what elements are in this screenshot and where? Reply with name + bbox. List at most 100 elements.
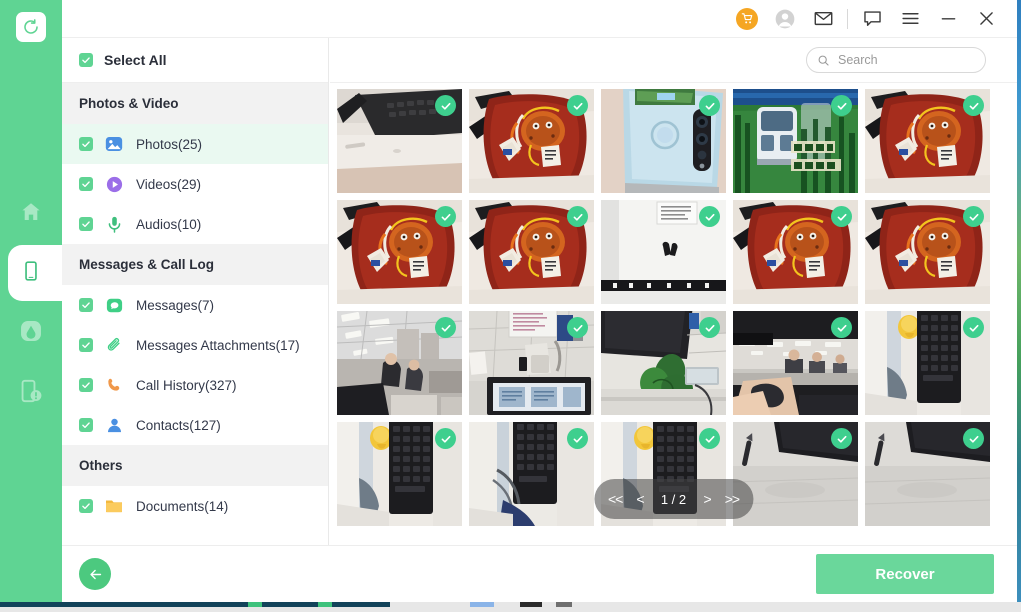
thumbnail-item[interactable]	[601, 89, 726, 193]
select-all-row[interactable]: Select All	[62, 38, 328, 83]
sidebar-item-videos[interactable]: Videos(29)	[62, 164, 328, 204]
thumbnail-item[interactable]	[865, 422, 990, 526]
home-icon	[19, 200, 43, 229]
thumbnail-checkbox[interactable]	[831, 428, 852, 449]
hamburger-menu-icon	[901, 13, 919, 24]
checkmark-icon	[82, 422, 90, 429]
thumbnail-checkbox[interactable]	[699, 95, 720, 116]
thumbnail-checkbox[interactable]	[963, 206, 984, 227]
thumbnail-item[interactable]	[865, 311, 990, 415]
checkmark-icon	[82, 181, 90, 188]
desktop-background-strip	[1017, 0, 1021, 602]
thumbnail-checkbox[interactable]	[699, 206, 720, 227]
arrow-left-icon	[89, 569, 101, 579]
close-icon	[979, 12, 993, 25]
thumbnail-item[interactable]	[337, 311, 462, 415]
close-button[interactable]	[967, 0, 1005, 38]
titlebar-divider	[847, 8, 848, 29]
taskbar-icon-1[interactable]	[248, 602, 262, 607]
account-button[interactable]	[766, 0, 804, 38]
pager-last-button[interactable]: >>	[725, 491, 740, 507]
videos-checkbox[interactable]	[79, 177, 93, 191]
taskbar-icon-3[interactable]	[470, 602, 494, 607]
rail-item-home[interactable]	[0, 186, 62, 242]
thumbnail-item[interactable]	[865, 200, 990, 304]
taskbar-icon-4[interactable]	[520, 602, 542, 607]
thumbnail-item[interactable]	[733, 311, 858, 415]
sidebar-item-audios[interactable]: Audios(10)	[62, 204, 328, 244]
mail-button[interactable]	[804, 0, 842, 38]
thumbnail-checkbox[interactable]	[567, 428, 588, 449]
recover-button[interactable]: Recover	[816, 554, 994, 594]
pager-first-button[interactable]: <<	[608, 491, 623, 507]
sidebar-item-call-history[interactable]: Call History(327)	[62, 365, 328, 405]
thumbnail-item[interactable]	[469, 200, 594, 304]
thumbnail-checkbox[interactable]	[435, 95, 456, 116]
thumbnail-checkbox[interactable]	[435, 317, 456, 338]
thumbnail-checkbox[interactable]	[567, 317, 588, 338]
sidebar-item-contacts[interactable]: Contacts(127)	[62, 405, 328, 445]
checkmark-icon	[573, 324, 582, 332]
thumbnail-checkbox[interactable]	[435, 206, 456, 227]
thumbnail-item[interactable]	[337, 89, 462, 193]
thumbnail-grid	[337, 89, 1005, 526]
thumbnail-checkbox[interactable]	[963, 428, 984, 449]
photos-checkbox[interactable]	[79, 137, 93, 151]
thumbnail-checkbox[interactable]	[699, 428, 720, 449]
checkmark-icon	[573, 213, 582, 221]
sidebar-item-messages-attachments[interactable]: Messages Attachments(17)	[62, 325, 328, 365]
checkmark-icon	[82, 141, 90, 148]
call-history-checkbox[interactable]	[79, 378, 93, 392]
thumbnail-checkbox[interactable]	[435, 428, 456, 449]
search-box[interactable]	[806, 47, 986, 73]
thumbnail-checkbox[interactable]	[699, 317, 720, 338]
thumbnail-item[interactable]	[469, 89, 594, 193]
thumbnail-checkbox[interactable]	[963, 317, 984, 338]
thumbnail-item[interactable]	[733, 89, 858, 193]
thumbnail-item[interactable]	[733, 422, 858, 526]
taskbar-icon-5[interactable]	[556, 602, 572, 607]
search-input[interactable]	[838, 53, 968, 67]
thumbnail-checkbox[interactable]	[831, 95, 852, 116]
checkmark-icon	[82, 57, 90, 64]
main-window: Select All Photos & Video Photos(25) Vid…	[62, 0, 1017, 602]
search-icon	[818, 55, 829, 66]
thumbnail-item[interactable]	[733, 200, 858, 304]
thumbnail-item[interactable]	[469, 311, 594, 415]
thumbnail-checkbox[interactable]	[567, 95, 588, 116]
select-all-checkbox[interactable]	[79, 53, 93, 67]
rail-item-phone[interactable]	[0, 245, 70, 301]
thumbnail-checkbox[interactable]	[831, 317, 852, 338]
thumbnail-item[interactable]	[469, 422, 594, 526]
rail-item-cloud[interactable]	[0, 305, 62, 361]
pager-prev-button[interactable]: <	[636, 491, 644, 507]
rail-item-repair[interactable]	[0, 365, 62, 421]
thumbnail-item[interactable]	[601, 311, 726, 415]
messages-checkbox[interactable]	[79, 298, 93, 312]
sidebar-item-photos[interactable]: Photos(25)	[62, 124, 328, 164]
thumbnail-checkbox[interactable]	[963, 95, 984, 116]
thumbnail-checkbox[interactable]	[831, 206, 852, 227]
cart-button[interactable]	[728, 0, 766, 38]
contacts-checkbox[interactable]	[79, 418, 93, 432]
thumbnail-checkbox[interactable]	[567, 206, 588, 227]
documents-checkbox[interactable]	[79, 499, 93, 513]
sidebar-item-documents[interactable]: Documents(14)	[62, 486, 328, 526]
back-button[interactable]	[79, 558, 111, 590]
thumbnail-item[interactable]	[337, 200, 462, 304]
menu-button[interactable]	[891, 0, 929, 38]
thumbnail-item[interactable]	[601, 200, 726, 304]
pagination-control: << < 1 / 2 > >>	[593, 479, 754, 519]
category-sidebar: Select All Photos & Video Photos(25) Vid…	[62, 38, 329, 545]
thumbnail-item[interactable]	[337, 422, 462, 526]
thumbnail-item[interactable]	[865, 89, 990, 193]
audios-checkbox[interactable]	[79, 217, 93, 231]
minimize-button[interactable]	[929, 0, 967, 38]
smartphone-icon	[20, 260, 42, 287]
messages-attachments-checkbox[interactable]	[79, 338, 93, 352]
sidebar-item-messages[interactable]: Messages(7)	[62, 285, 328, 325]
feedback-button[interactable]	[853, 0, 891, 38]
taskbar-icon-2[interactable]	[318, 602, 332, 607]
pager-next-button[interactable]: >	[704, 491, 712, 507]
checkmark-icon	[837, 102, 846, 110]
